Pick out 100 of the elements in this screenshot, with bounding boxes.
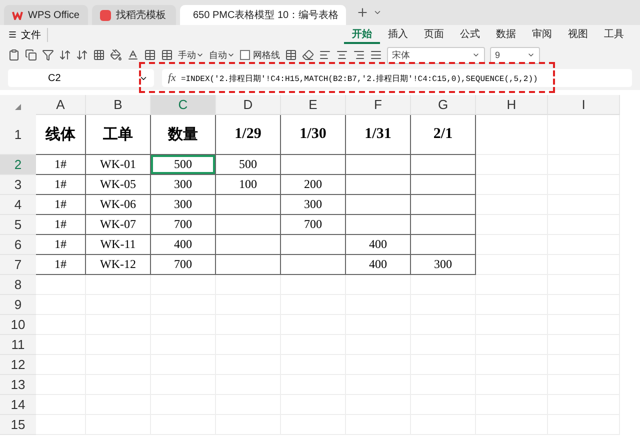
font-dropdown[interactable]: 宋体 (387, 46, 485, 64)
row-header[interactable]: 15 (0, 415, 36, 435)
table-cell: 1# (36, 155, 86, 175)
empty-cell (548, 115, 620, 155)
font-color-icon[interactable] (127, 49, 139, 61)
empty-cell (86, 275, 151, 295)
table-cell: WK-11 (86, 235, 151, 255)
ribbon-tab[interactable]: 页面 (416, 25, 452, 44)
column-header[interactable]: G (411, 95, 476, 115)
table-cell: 300 (281, 195, 346, 215)
row-header[interactable]: 9 (0, 295, 36, 315)
tab-label: WPS Office (28, 10, 80, 20)
table-cell: 300 (411, 255, 476, 275)
row-header[interactable]: 1 (0, 115, 36, 155)
row-header[interactable]: 2 (0, 155, 36, 175)
ribbon-tab[interactable]: 数据 (488, 25, 524, 44)
empty-cell (476, 195, 548, 215)
ribbon-tab[interactable]: 审阅 (524, 25, 560, 44)
row-header[interactable]: 8 (0, 275, 36, 295)
column-width-button[interactable]: 自动 (209, 48, 235, 62)
empty-cell (281, 275, 346, 295)
table-icon[interactable] (161, 49, 173, 61)
empty-cell (476, 215, 548, 235)
tab-label: 650 PMC表格模型 10：编号表格 (193, 8, 339, 22)
table-cell: 1# (36, 235, 86, 255)
row-height-button[interactable]: 手动 (178, 48, 204, 62)
row-header[interactable]: 10 (0, 315, 36, 335)
table-cell: WK-07 (86, 215, 151, 235)
sort-icon[interactable] (76, 49, 88, 61)
column-header[interactable]: I (548, 95, 620, 115)
row-header[interactable]: 13 (0, 375, 36, 395)
ribbon-tab[interactable]: 公式 (452, 25, 488, 44)
table-cell: WK-05 (86, 175, 151, 195)
empty-cell (476, 175, 548, 195)
function-label[interactable]: fx (168, 72, 176, 84)
new-tab-icon[interactable] (356, 6, 369, 19)
caret-icon (196, 51, 204, 59)
borders-icon[interactable] (93, 49, 105, 61)
row-header[interactable]: 3 (0, 175, 36, 195)
table-cell: 400 (346, 255, 411, 275)
table-cell: 700 (151, 255, 216, 275)
table-header-cell: 线体 (36, 115, 86, 155)
gridlines-checkbox[interactable]: 网格线 (240, 48, 280, 62)
caret-icon (227, 51, 235, 59)
table-cell: 300 (151, 175, 216, 195)
empty-cell (476, 275, 548, 295)
table-cell: 400 (151, 235, 216, 255)
table-cell: 700 (281, 215, 346, 235)
column-header[interactable]: E (281, 95, 346, 115)
browser-tab[interactable]: 找稻壳模板 (92, 5, 176, 25)
table-icon[interactable] (144, 49, 156, 61)
table-header-cell: 1/29 (216, 115, 281, 155)
align-center-icon[interactable] (336, 49, 348, 61)
paste-icon[interactable] (8, 49, 20, 61)
copy-icon[interactable] (25, 49, 37, 61)
column-header[interactable]: C (151, 95, 216, 115)
file-menu-button[interactable]: 文件 (8, 28, 48, 42)
sort-icon[interactable] (59, 49, 71, 61)
filter-icon[interactable] (42, 49, 54, 61)
caret-icon (527, 51, 535, 59)
formula-field[interactable]: fx =INDEX('2.排程日期'!C4:H15,MATCH(B2:B7,'2.排程日期'!C4:C15,0),SEQUENCE(,5,2)) (162, 69, 632, 87)
table-cell: WK-06 (86, 195, 151, 215)
empty-cell (476, 255, 548, 275)
font-size-dropdown[interactable]: 9 (490, 46, 540, 64)
justify-icon[interactable] (370, 49, 382, 61)
table-cell: WK-01 (86, 155, 151, 175)
empty-cell (346, 275, 411, 295)
fill-color-icon[interactable] (110, 49, 122, 61)
browser-tab[interactable]: WPS Office (4, 5, 88, 25)
name-box[interactable]: C2 (8, 69, 154, 87)
row-header[interactable]: 11 (0, 335, 36, 355)
table-header-cell: 工单 (86, 115, 151, 155)
column-header[interactable]: H (476, 95, 548, 115)
column-header[interactable]: A (36, 95, 86, 115)
table-style-icon[interactable] (285, 49, 297, 61)
row-header[interactable]: 12 (0, 355, 36, 375)
empty-cell (476, 235, 548, 255)
row-header[interactable]: 4 (0, 195, 36, 215)
table-cell: 700 (151, 215, 216, 235)
tab-label: 找稻壳模板 (116, 8, 166, 22)
align-right-icon[interactable] (353, 49, 365, 61)
column-header[interactable]: F (346, 95, 411, 115)
ribbon-tab[interactable]: 视图 (560, 25, 596, 44)
ribbon-tab[interactable]: 工具 (596, 25, 632, 44)
browser-tab[interactable]: 650 PMC表格模型 10：编号表格 (180, 5, 346, 25)
align-left-icon[interactable] (319, 49, 331, 61)
row-header[interactable]: 7 (0, 255, 36, 275)
row-header[interactable]: 14 (0, 395, 36, 415)
row-header[interactable]: 6 (0, 235, 36, 255)
table-cell: 500 (216, 155, 281, 175)
table-header-cell: 1/30 (281, 115, 346, 155)
column-header[interactable]: B (86, 95, 151, 115)
ribbon-tab[interactable]: 插入 (380, 25, 416, 44)
caret-icon[interactable] (373, 8, 382, 17)
table-cell: 100 (216, 175, 281, 195)
table-cell: 1# (36, 215, 86, 235)
row-header[interactable]: 5 (0, 215, 36, 235)
clear-icon[interactable] (302, 49, 314, 61)
table-cell: 1# (36, 255, 86, 275)
column-header[interactable]: D (216, 95, 281, 115)
